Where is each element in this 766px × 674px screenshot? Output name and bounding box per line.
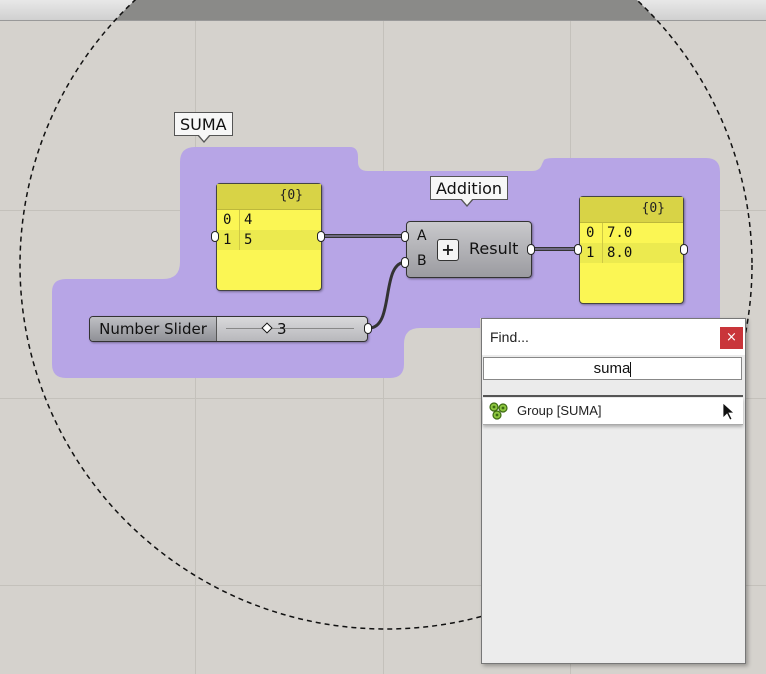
number-slider[interactable]: Number Slider 3 [89,316,368,342]
panel-row: 0 7.0 [580,223,683,243]
search-result-label: Group [SUMA] [517,403,602,418]
panel-row-index: 1 [586,245,595,261]
addition-label: Addition [436,179,503,198]
output-panel[interactable]: {0} 0 7.0 1 8.0 [579,196,684,304]
input-b-label[interactable]: B [417,253,427,269]
output-panel-output-grip[interactable] [680,244,688,255]
addition-component[interactable]: A B + Result [406,221,532,278]
search-result-item[interactable]: Group [SUMA] [483,398,743,425]
panel-row-index: 1 [223,232,232,248]
input-a-label[interactable]: A [417,228,427,244]
input-panel-output-grip[interactable] [317,231,325,242]
addition-label-tag: Addition [430,176,509,207]
result-output-label[interactable]: Result [469,239,518,258]
search-input[interactable]: suma [483,357,742,380]
addition-output-grip[interactable] [527,244,535,255]
input-panel-input-grip[interactable] [211,231,219,242]
panel-row-value: 7.0 [602,223,632,243]
panel-row-index: 0 [586,225,595,241]
panel-branch-header: {0} [580,197,683,223]
group-label: SUMA [180,115,227,134]
panel-row-value: 4 [239,210,252,230]
addition-input-b-grip[interactable] [401,257,409,268]
slider-value: 3 [277,320,287,338]
output-panel-input-grip[interactable] [574,244,582,255]
slider-name: Number Slider [90,317,217,341]
panel-row: 0 4 [217,210,321,230]
plus-icon: + [437,239,459,261]
input-panel[interactable]: {0} 0 4 1 5 [216,183,322,291]
find-dialog-title: Find... [490,329,529,345]
group-label-tag: SUMA [174,112,233,143]
panel-row-index: 0 [223,212,232,228]
panel-row-value: 5 [239,230,252,250]
panel-row: 1 5 [217,230,321,250]
find-dialog: Find... × suma Group [SUMA] [481,318,746,664]
addition-input-a-grip[interactable] [401,231,409,242]
grasshopper-canvas[interactable]: SUMA {0} 0 4 1 5 Addition A B + Result {… [0,0,766,674]
slider-track[interactable] [226,328,354,329]
text-caret [630,361,632,377]
panel-branch-header: {0} [217,184,321,210]
search-results-list: Group [SUMA] [483,395,743,661]
slider-handle-icon[interactable] [261,322,273,334]
pointer-cursor-icon [722,402,736,421]
find-dialog-titlebar[interactable]: Find... × [482,319,745,355]
slider-output-grip[interactable] [364,323,372,334]
search-query: suma [593,360,631,377]
panel-row-value: 8.0 [602,243,632,263]
close-button[interactable]: × [720,327,743,349]
panel-row: 1 8.0 [580,243,683,263]
group-icon [489,402,508,420]
